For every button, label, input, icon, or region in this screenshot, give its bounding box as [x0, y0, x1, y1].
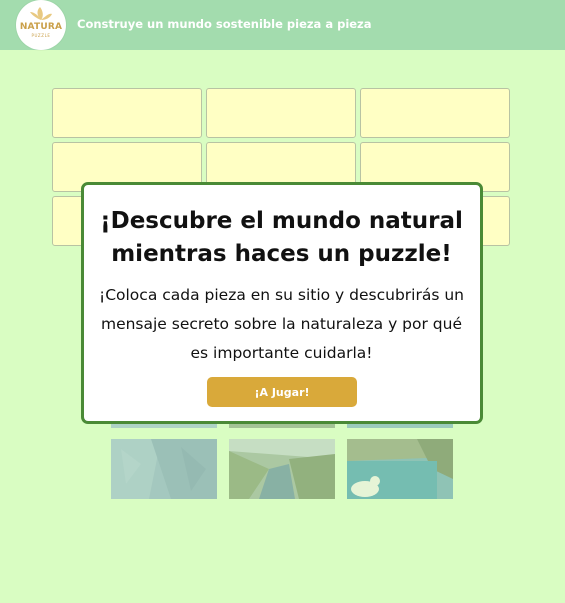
dialog-title: ¡Descubre el mundo natural mientras hace…	[100, 208, 463, 267]
puzzle-piece-mountain-cliff[interactable]	[111, 439, 217, 499]
natura-puzzle-logo[interactable]: NATURA PUZZLE	[16, 0, 66, 50]
welcome-dialog: ¡Descubre el mundo natural mientras hace…	[81, 182, 483, 424]
puzzle-slot[interactable]	[52, 88, 202, 138]
top-header: NATURA PUZZLE Construye un mundo sosteni…	[0, 0, 565, 50]
puzzle-pieces-tray	[111, 420, 453, 500]
puzzle-slot[interactable]	[206, 88, 356, 138]
puzzle-slot[interactable]	[360, 88, 510, 138]
puzzle-piece-valley-river[interactable]	[229, 439, 335, 499]
play-button[interactable]: ¡A Jugar!	[207, 377, 357, 407]
logo-text: NATURA	[19, 22, 63, 32]
header-tagline: Construye un mundo sostenible pieza a pi…	[77, 17, 372, 31]
puzzle-piece-lake-mountains[interactable]	[347, 439, 453, 499]
dialog-message: ¡Coloca cada pieza en su sitio y descubr…	[98, 286, 464, 362]
logo-subtext: PUZZLE	[31, 33, 51, 38]
